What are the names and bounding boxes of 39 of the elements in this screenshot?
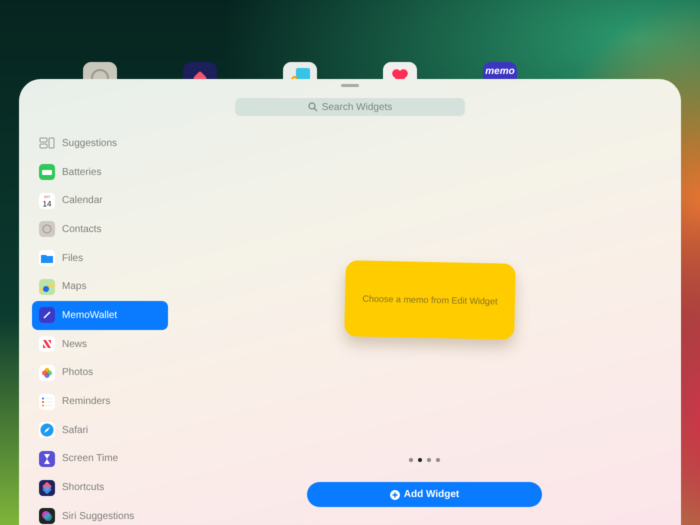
sidebar-item[interactable]: Files [32, 244, 168, 272]
sidebar-item[interactable]: Siri Suggestions [32, 502, 168, 525]
app-icon[interactable]: memo [483, 62, 517, 79]
news-icon [39, 336, 55, 352]
contacts-icon [39, 221, 55, 238]
sidebar-item[interactable]: Batteries [32, 158, 168, 186]
sidebar-item[interactable]: Safari [32, 416, 168, 445]
sidebar-item[interactable]: Contacts [32, 215, 168, 244]
safari-icon [39, 422, 55, 438]
sidebar-item[interactable]: Shortcuts [32, 473, 168, 502]
sidebar-item[interactable]: Maps [32, 272, 168, 302]
page-dot[interactable] [418, 458, 422, 462]
sidebar-item[interactable]: Photos [32, 358, 168, 388]
files-icon [39, 250, 55, 266]
sidebar-item[interactable]: Reminders [32, 387, 168, 416]
reminders-icon [39, 394, 55, 410]
search-placeholder: Search Widgets [322, 102, 392, 112]
search-field[interactable]: Search Widgets [235, 98, 465, 116]
widget-message: Choose a memo from Edit Widget [362, 294, 498, 306]
screentime-icon [39, 450, 55, 467]
page-dot[interactable] [436, 458, 440, 462]
plus-icon [390, 490, 400, 500]
memo-icon [39, 307, 55, 324]
sidebar-item[interactable]: News [32, 330, 168, 358]
search-icon [308, 102, 318, 112]
sidebar-item[interactable]: Screen Time [32, 444, 168, 474]
batteries-icon [39, 164, 55, 180]
shortcuts-icon [39, 480, 55, 496]
maps-icon [39, 278, 55, 295]
sidebar-item[interactable]: MemoWallet [32, 301, 168, 330]
page-dot[interactable] [409, 458, 413, 462]
siri-icon [39, 508, 55, 524]
suggestions-icon [39, 135, 55, 152]
memo-widget[interactable]: Choose a memo from Edit Widget [344, 260, 516, 340]
page-dot[interactable] [427, 458, 431, 462]
grabber-handle[interactable] [341, 84, 359, 87]
sidebar-item[interactable]: Suggestions [32, 129, 168, 158]
add-widget-button[interactable]: Add Widget [307, 482, 542, 507]
photos-icon [39, 364, 55, 381]
